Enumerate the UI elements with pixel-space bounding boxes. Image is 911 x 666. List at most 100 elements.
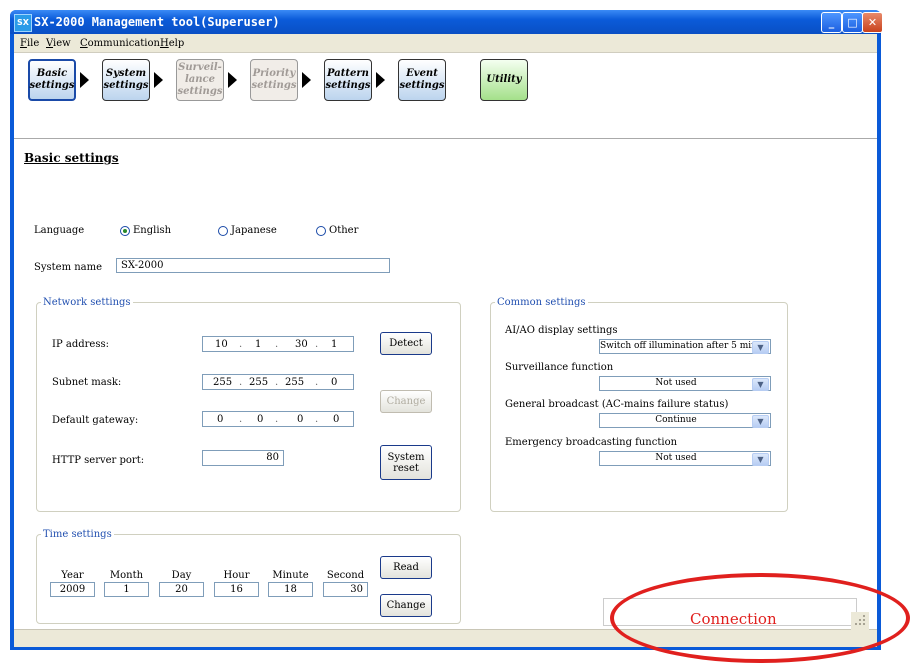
read-time-button[interactable]: Read: [380, 556, 432, 579]
arrow-right-icon: [154, 72, 163, 88]
step-label: System settings: [103, 68, 149, 91]
default-gateway-label: Default gateway:: [52, 415, 139, 426]
step-label: Pattern settings: [325, 68, 371, 91]
minute-input[interactable]: 18: [268, 582, 313, 597]
arrow-right-icon: [376, 72, 385, 88]
menu-file[interactable]: File: [20, 38, 39, 49]
step-utility[interactable]: Utility: [480, 59, 528, 101]
menu-bar: File View Communication Help: [14, 34, 877, 53]
month-header: Month: [109, 570, 144, 581]
step-priority-settings[interactable]: Priority settings: [250, 59, 298, 101]
surveillance-select[interactable]: Not used ▼: [599, 376, 771, 391]
subnet-octet-4: 0: [331, 377, 338, 388]
day-header: Day: [171, 570, 192, 581]
year-input[interactable]: 2009: [50, 582, 95, 597]
client-area: File View Communication Help Basic setti…: [14, 34, 877, 647]
http-port-input[interactable]: 80: [202, 450, 284, 466]
default-gateway-field[interactable]: 0 . 0 . 0 . 0: [202, 411, 354, 427]
second-header: Second: [326, 570, 365, 581]
radio-english[interactable]: [120, 226, 130, 236]
highlight-ellipse: [610, 573, 910, 663]
step-label: Basic settings: [29, 68, 75, 91]
ip-dot: .: [239, 414, 243, 425]
radio-english-label: English: [133, 225, 172, 236]
step-toolbar: Basic settings System settings Surveil- …: [14, 53, 877, 138]
hour-input[interactable]: 16: [214, 582, 259, 597]
app-window: SX SX-2000 Management tool(Superuser) _ …: [10, 10, 883, 650]
http-port-label: HTTP server port:: [52, 455, 145, 466]
gateway-octet-2: 0: [257, 414, 264, 425]
change-network-button[interactable]: Change: [380, 390, 432, 413]
radio-japanese-label: Japanese: [231, 225, 277, 236]
ip-octet-1: 10: [215, 339, 228, 350]
menu-view[interactable]: View: [46, 38, 71, 49]
year-header: Year: [61, 570, 84, 581]
ip-dot: .: [239, 377, 243, 388]
gateway-octet-1: 0: [217, 414, 224, 425]
ip-dot: .: [239, 339, 243, 350]
surveillance-value: Not used: [655, 378, 697, 388]
radio-other-label: Other: [329, 225, 359, 236]
general-broadcast-label: General broadcast (AC-mains failure stat…: [505, 399, 729, 410]
second-input[interactable]: 30: [323, 582, 368, 597]
menu-communication[interactable]: Communication: [80, 38, 160, 49]
emergency-value: Not used: [655, 453, 697, 463]
general-broadcast-select[interactable]: Continue ▼: [599, 413, 771, 428]
ip-dot: .: [275, 339, 279, 350]
day-input[interactable]: 20: [159, 582, 204, 597]
aiao-select[interactable]: Switch off illumination after 5 minutes …: [599, 339, 771, 354]
subnet-mask-field[interactable]: 255 . 255 . 255 . 0: [202, 374, 354, 390]
menu-help[interactable]: Help: [160, 38, 184, 49]
system-name-label: System name: [34, 262, 103, 273]
step-basic-settings[interactable]: Basic settings: [28, 59, 76, 101]
chevron-down-icon[interactable]: ▼: [752, 415, 769, 428]
aiao-value: Switch off illumination after 5 minutes: [600, 341, 752, 351]
step-pattern-settings[interactable]: Pattern settings: [324, 59, 372, 101]
emergency-select[interactable]: Not used ▼: [599, 451, 771, 466]
change-time-button[interactable]: Change: [380, 594, 432, 617]
subnet-octet-1: 255: [213, 377, 233, 388]
arrow-right-icon: [228, 72, 237, 88]
radio-other[interactable]: [316, 226, 326, 236]
window-title: SX-2000 Management tool(Superuser): [34, 15, 280, 29]
ip-dot: .: [315, 414, 319, 425]
ip-dot: .: [315, 339, 319, 350]
settings-panel: Language English Japanese Other System n…: [14, 189, 877, 629]
maximize-button[interactable]: □: [842, 12, 863, 33]
subnet-octet-3: 255: [285, 377, 305, 388]
section-header: Basic settings: [14, 138, 877, 190]
close-button[interactable]: ✕: [862, 12, 883, 33]
page-title: Basic settings: [24, 151, 119, 165]
common-settings-legend: Common settings: [497, 297, 586, 308]
subnet-octet-2: 255: [249, 377, 269, 388]
language-label: Language: [34, 225, 85, 236]
step-event-settings[interactable]: Event settings: [398, 59, 446, 101]
system-reset-button[interactable]: System reset: [380, 445, 432, 480]
minimize-button[interactable]: _: [821, 12, 842, 33]
ip-address-field[interactable]: 10 . 1 . 30 . 1: [202, 336, 354, 352]
subnet-mask-label: Subnet mask:: [52, 377, 122, 388]
chevron-down-icon[interactable]: ▼: [752, 453, 769, 466]
step-label: Event settings: [399, 68, 445, 91]
detect-button[interactable]: Detect: [380, 332, 432, 355]
ip-octet-3: 30: [295, 339, 308, 350]
step-surveillance-settings[interactable]: Surveil- lance settings: [176, 59, 224, 101]
minute-header: Minute: [272, 570, 309, 581]
ip-octet-4: 1: [331, 339, 338, 350]
radio-japanese[interactable]: [218, 226, 228, 236]
chevron-down-icon[interactable]: ▼: [752, 378, 769, 391]
chevron-down-icon[interactable]: ▼: [752, 341, 769, 354]
ip-address-label: IP address:: [52, 339, 109, 350]
system-name-input[interactable]: SX-2000: [116, 258, 390, 273]
ip-dot: .: [275, 377, 279, 388]
step-label: Utility: [486, 74, 522, 85]
step-system-settings[interactable]: System settings: [102, 59, 150, 101]
month-input[interactable]: 1: [104, 582, 149, 597]
time-settings-legend: Time settings: [43, 529, 112, 540]
ip-dot: .: [315, 377, 319, 388]
arrow-right-icon: [80, 72, 89, 88]
general-broadcast-value: Continue: [655, 415, 697, 425]
title-bar[interactable]: SX SX-2000 Management tool(Superuser) _ …: [10, 10, 883, 34]
ip-octet-2: 1: [255, 339, 262, 350]
network-settings-legend: Network settings: [43, 297, 131, 308]
